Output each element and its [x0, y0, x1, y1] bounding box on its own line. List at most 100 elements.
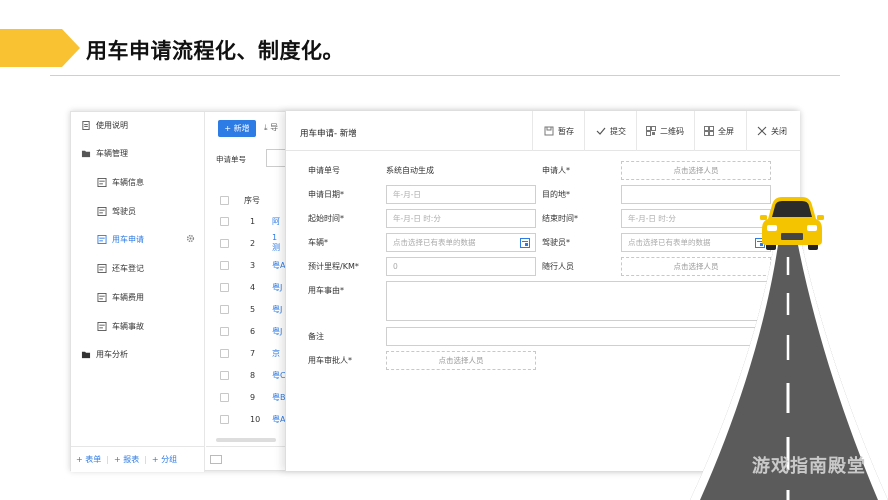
row-checkbox[interactable] — [220, 282, 229, 292]
row-checkbox[interactable] — [220, 238, 229, 248]
table-row[interactable]: 3 粤A — [206, 254, 286, 276]
end-time-label: 结束时间* — [542, 214, 578, 223]
sidebar-item-usage-guide[interactable]: 使用说明 — [71, 115, 205, 135]
table-header: 序号 — [206, 190, 286, 210]
sidebar-item-car-return[interactable]: 还车登记 — [71, 258, 205, 278]
table-row[interactable]: 10 粤A — [206, 408, 286, 430]
save-draft-button[interactable]: 暂存 — [544, 121, 574, 141]
form-icon — [97, 292, 107, 302]
row-checkbox[interactable] — [220, 326, 229, 336]
sidebar-item-label: 车辆管理 — [96, 148, 128, 158]
mileage-label: 预计里程/KM* — [308, 262, 359, 271]
applicant-picker[interactable]: 点击选择人员 — [621, 161, 771, 180]
row-link[interactable]: 粤J — [272, 326, 282, 337]
end-time-input[interactable]: 年-月-日 时:分 — [621, 209, 771, 228]
save-icon — [544, 126, 554, 136]
approver-picker[interactable]: 点击选择人员 — [386, 351, 536, 370]
table-row[interactable]: 9 粤B — [206, 386, 286, 408]
divider — [636, 111, 637, 151]
sidebar-item-vehicle-accident[interactable]: 车辆事故 — [71, 316, 205, 336]
row-link[interactable]: 粤B — [272, 392, 286, 403]
export-button[interactable]: ⤓ 导 — [264, 122, 278, 133]
row-index: 5 — [250, 304, 256, 314]
row-checkbox[interactable] — [220, 348, 229, 358]
table-row[interactable]: 6 粤J — [206, 320, 286, 342]
mileage-input[interactable]: 0 — [386, 257, 536, 276]
sidebar-item-car-analysis[interactable]: 用车分析 — [71, 344, 205, 364]
row-index: 9 — [250, 392, 256, 402]
apply-no-value: 系统自动生成 — [386, 166, 434, 175]
remark-label: 备注 — [308, 332, 324, 341]
row-link[interactable]: 粤A — [272, 260, 285, 271]
add-form-button[interactable]: + 表单 — [71, 454, 106, 465]
table-row[interactable]: 2 1 测 — [206, 232, 286, 254]
row-checkbox[interactable] — [220, 304, 229, 314]
row-index: 3 — [250, 260, 256, 270]
row-link[interactable]: 粤J — [272, 304, 282, 315]
close-icon — [757, 126, 767, 136]
divider — [584, 111, 585, 151]
table-row[interactable]: 7京 — [206, 342, 286, 364]
car-icon — [760, 197, 824, 250]
qrcode-button[interactable]: 二维码 — [646, 121, 684, 141]
row-index: 4 — [250, 282, 256, 292]
dialog-header: 用车申请- 新增 暂存 提交 二维码 全屏 关闭 — [286, 111, 801, 151]
form-icon — [97, 321, 107, 331]
select-all-checkbox[interactable] — [220, 195, 229, 205]
sidebar-item-label: 车辆事故 — [112, 321, 144, 331]
row-checkbox[interactable] — [220, 216, 229, 226]
destination-input[interactable] — [621, 185, 771, 204]
submit-button[interactable]: 提交 — [596, 121, 626, 141]
apply-date-input[interactable]: 年-月-日 — [386, 185, 536, 204]
row-checkbox[interactable] — [220, 370, 229, 380]
row-link[interactable]: 阿 — [272, 216, 280, 227]
table-row[interactable]: 4 粤J — [206, 276, 286, 298]
gear-icon[interactable] — [186, 234, 195, 243]
sidebar-item-vehicle-management[interactable]: 车辆管理 — [71, 143, 205, 163]
row-link[interactable]: 粤A — [272, 414, 285, 425]
row-index: 8 — [250, 370, 256, 380]
row-checkbox[interactable] — [220, 260, 229, 270]
row-checkbox[interactable] — [220, 392, 229, 402]
slide: 用车申请流程化、制度化。 使用说明 车辆管理 车辆信息 驾驶员 用车申请 还车登… — [0, 0, 888, 500]
save-draft-label: 暂存 — [558, 126, 574, 136]
apply-date-label: 申请日期* — [308, 190, 344, 199]
add-group-button[interactable]: + 分组 — [147, 454, 182, 465]
filter-label: 申请单号 — [216, 155, 246, 164]
close-button[interactable]: 关闭 — [757, 121, 787, 141]
horizontal-scrollbar[interactable] — [216, 438, 276, 442]
sidebar-item-label: 使用说明 — [96, 120, 128, 130]
folder-icon — [81, 351, 91, 358]
divider — [694, 111, 695, 151]
sidebar-item-vehicle-cost[interactable]: 车辆费用 — [71, 287, 205, 307]
new-button[interactable]: + 新增 — [218, 120, 256, 137]
sidebar-item-car-request[interactable]: 用车申请 — [71, 229, 205, 249]
sidebar-item-label: 车辆信息 — [112, 177, 144, 187]
fullscreen-icon — [704, 126, 714, 136]
divider — [746, 111, 747, 151]
row-index: 2 — [250, 238, 256, 248]
sidebar-item-vehicle-info[interactable]: 车辆信息 — [71, 172, 205, 192]
vehicle-label: 车辆* — [308, 238, 328, 247]
start-time-input[interactable]: 年-月-日 时:分 — [386, 209, 536, 228]
companions-label: 随行人员 — [542, 262, 574, 271]
close-label: 关闭 — [771, 126, 787, 136]
pagination-icon[interactable] — [210, 455, 222, 464]
add-report-button[interactable]: + 报表 — [109, 454, 144, 465]
vehicle-picker[interactable]: 点击选择已有表单的数据 — [386, 233, 536, 252]
sidebar-item-driver[interactable]: 驾驶员 — [71, 201, 205, 221]
row-checkbox[interactable] — [220, 414, 229, 424]
select-record-icon[interactable] — [520, 238, 530, 248]
table-row[interactable]: 5 粤J — [206, 298, 286, 320]
form-icon — [97, 234, 107, 244]
row-link[interactable]: 京 — [272, 348, 280, 359]
sidebar: 使用说明 车辆管理 车辆信息 驾驶员 用车申请 还车登记 车辆费用 车辆事故 用… — [71, 112, 205, 472]
table-row[interactable]: 1阿 — [206, 210, 286, 232]
filter-input[interactable] — [266, 149, 286, 167]
row-link[interactable]: 粤J — [272, 282, 282, 293]
row-link[interactable]: 粤C — [272, 370, 286, 381]
row-link[interactable]: 1 测 — [272, 233, 286, 253]
doc-icon — [82, 120, 90, 130]
fullscreen-button[interactable]: 全屏 — [704, 121, 734, 141]
table-row[interactable]: 8 粤C — [206, 364, 286, 386]
